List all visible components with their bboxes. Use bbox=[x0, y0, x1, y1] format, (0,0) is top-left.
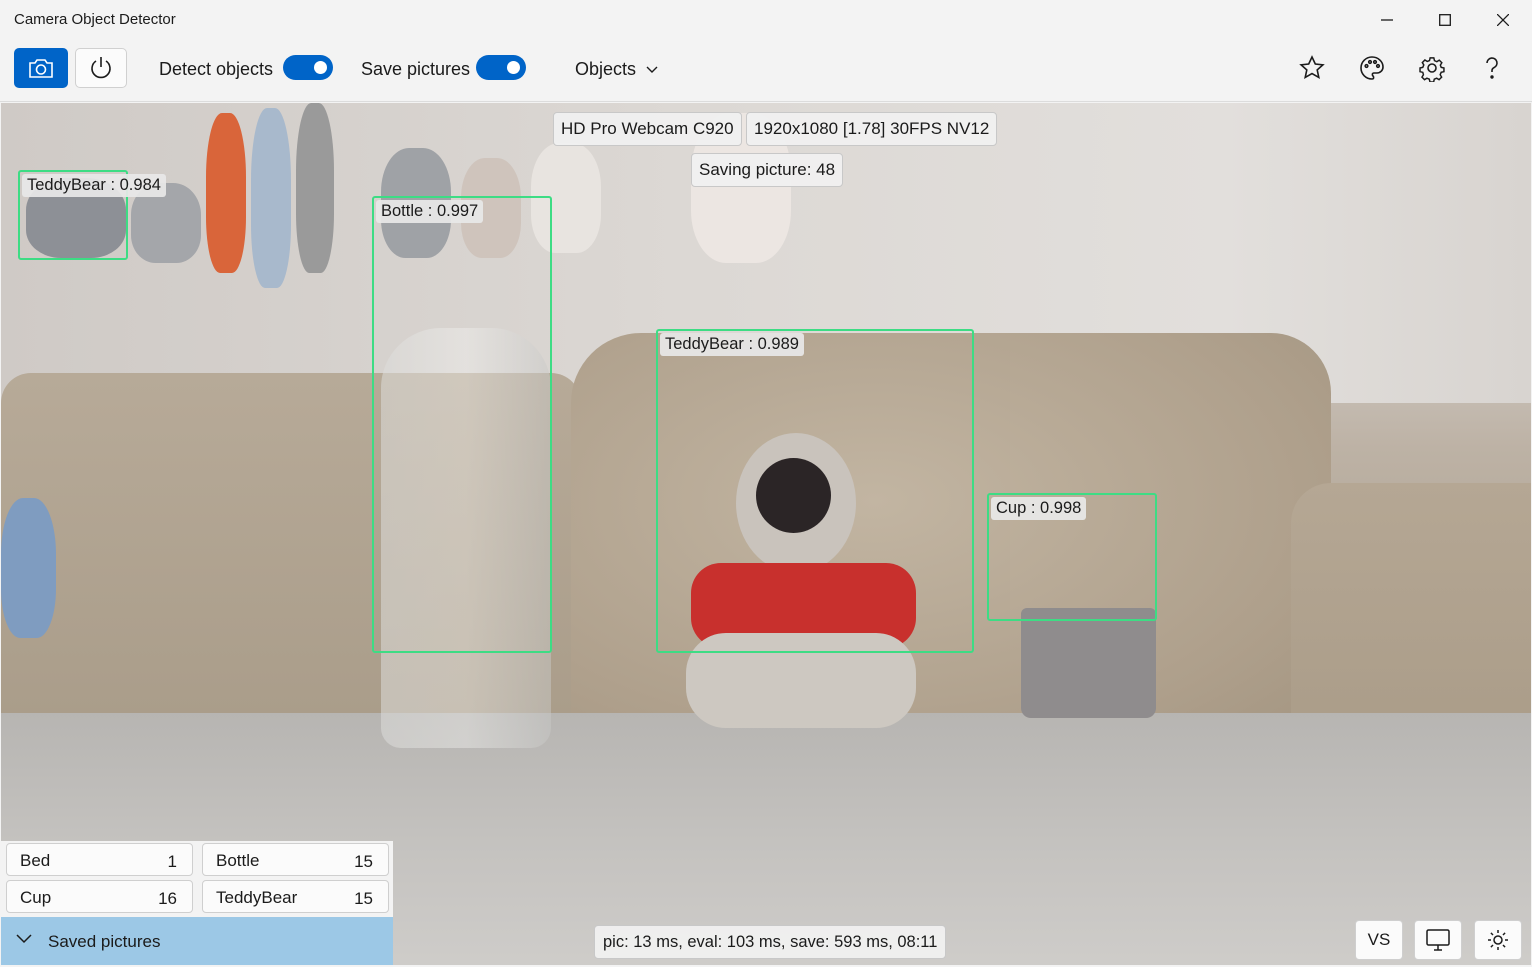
count-item-name: Bed bbox=[20, 851, 51, 870]
gear-icon bbox=[1419, 57, 1445, 82]
title-bar: Camera Object Detector bbox=[0, 0, 1532, 40]
close-icon bbox=[1497, 14, 1509, 26]
detection-label: Cup : 0.998 bbox=[991, 497, 1087, 520]
help-button[interactable] bbox=[1472, 50, 1512, 86]
timing-status: pic: 13 ms, eval: 103 ms, save: 593 ms, … bbox=[594, 925, 947, 959]
toolbar: Detect objects Save pictures Objects bbox=[0, 40, 1532, 102]
count-item-name: TeddyBear bbox=[216, 888, 298, 907]
count-item-value: 16 bbox=[158, 889, 177, 908]
scene-toy bbox=[206, 113, 246, 273]
count-item[interactable]: Bottle 15 bbox=[202, 843, 389, 876]
vs-button-label: VS bbox=[1367, 930, 1391, 949]
maximize-icon bbox=[1439, 14, 1451, 26]
brightness-button[interactable] bbox=[1474, 920, 1522, 960]
power-icon bbox=[91, 57, 111, 79]
scene-toy bbox=[296, 103, 334, 273]
device-name-label: HD Pro Webcam C920 bbox=[553, 112, 742, 146]
saved-pictures-label: Saved pictures bbox=[48, 932, 161, 951]
scene-toy bbox=[1, 498, 56, 638]
minimize-icon bbox=[1381, 19, 1393, 21]
chevron-down-icon bbox=[646, 66, 658, 73]
save-pictures-label: Save pictures bbox=[361, 59, 471, 79]
detection-box: Cup : 0.998 bbox=[987, 493, 1157, 621]
detect-objects-label: Detect objects bbox=[159, 59, 274, 79]
count-item[interactable]: Bed 1 bbox=[6, 843, 193, 876]
settings-button[interactable] bbox=[1412, 50, 1452, 86]
count-item-value: 1 bbox=[167, 852, 177, 871]
scene-cup bbox=[1021, 608, 1156, 718]
brightness-icon bbox=[1488, 930, 1508, 950]
toggle-knob bbox=[507, 61, 520, 74]
detection-counts-panel: Bed 1 Bottle 15 Cup 16 TeddyBear 15 bbox=[1, 841, 393, 917]
detection-box: TeddyBear : 0.984 bbox=[18, 170, 166, 260]
detection-box: TeddyBear : 0.989 bbox=[656, 329, 974, 653]
detection-box: Bottle : 0.997 bbox=[372, 196, 552, 653]
count-item[interactable]: TeddyBear 15 bbox=[202, 880, 389, 913]
display-button[interactable] bbox=[1414, 920, 1462, 960]
detection-label: TeddyBear : 0.984 bbox=[22, 174, 166, 197]
count-item-value: 15 bbox=[354, 889, 373, 908]
power-button[interactable] bbox=[75, 48, 127, 88]
toggle-knob bbox=[314, 61, 327, 74]
minimize-button[interactable] bbox=[1358, 0, 1416, 40]
detection-label: Bottle : 0.997 bbox=[376, 200, 484, 223]
camera-icon bbox=[29, 59, 53, 78]
chevron-down-icon bbox=[16, 934, 32, 944]
objects-dropdown[interactable]: Objects bbox=[575, 59, 658, 80]
detection-label: TeddyBear : 0.989 bbox=[660, 333, 804, 356]
objects-dropdown-label: Objects bbox=[575, 59, 637, 79]
detect-objects-toggle[interactable] bbox=[283, 55, 333, 80]
camera-preview: HD Pro Webcam C920 1920x1080 [1.78] 30FP… bbox=[1, 103, 1531, 965]
window-title: Camera Object Detector bbox=[14, 11, 176, 28]
saving-status-label: Saving picture: 48 bbox=[691, 153, 844, 187]
palette-icon bbox=[1360, 56, 1384, 80]
vs-button[interactable]: VS bbox=[1355, 920, 1403, 960]
camera-button[interactable] bbox=[14, 48, 68, 88]
count-item[interactable]: Cup 16 bbox=[6, 880, 193, 913]
maximize-button[interactable] bbox=[1416, 0, 1474, 40]
scene-toy bbox=[251, 108, 291, 288]
count-item-name: Bottle bbox=[216, 851, 260, 870]
star-icon bbox=[1299, 55, 1325, 79]
close-button[interactable] bbox=[1474, 0, 1532, 40]
count-item-value: 15 bbox=[354, 852, 373, 871]
theme-button[interactable] bbox=[1352, 50, 1392, 86]
video-format-label: 1920x1080 [1.78] 30FPS NV12 bbox=[746, 112, 998, 146]
help-icon bbox=[1486, 57, 1498, 79]
saved-pictures-expander[interactable]: Saved pictures bbox=[1, 917, 393, 965]
count-item-name: Cup bbox=[20, 888, 52, 907]
save-pictures-toggle[interactable] bbox=[476, 55, 526, 80]
favorites-button[interactable] bbox=[1292, 50, 1332, 86]
monitor-icon bbox=[1426, 929, 1450, 951]
